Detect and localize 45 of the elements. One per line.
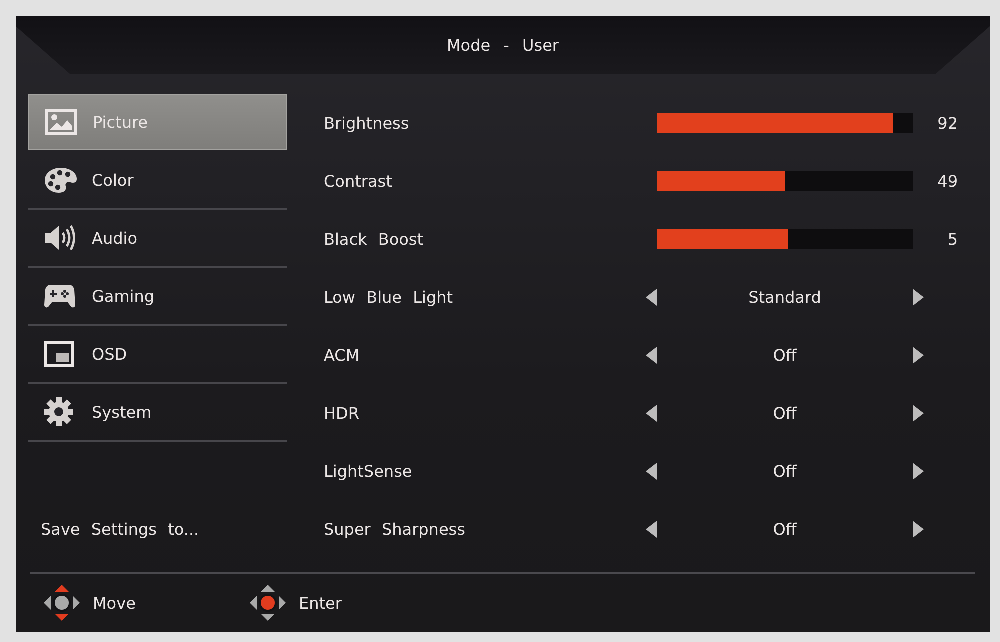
setting-value: Off [772, 462, 798, 480]
hint-label: Enter [299, 594, 342, 612]
setting-value: 92 [936, 114, 958, 132]
setting-value: Off [772, 346, 798, 364]
right-triangle-icon [913, 346, 924, 364]
sidebar-item[interactable]: System [28, 384, 287, 440]
dpad-icon [250, 585, 286, 621]
gear-icon [44, 397, 74, 427]
sidebar-item[interactable]: Gaming [28, 268, 287, 324]
slider-track[interactable] [657, 229, 913, 249]
right-triangle-icon [913, 462, 924, 480]
setting-label: Black Boost [324, 230, 425, 248]
setting-label: ACM [324, 346, 361, 364]
setting-label: Super Sharpness [324, 520, 466, 538]
window-icon [44, 341, 74, 367]
sidebar-item[interactable]: Audio [28, 210, 287, 266]
right-triangle-icon [913, 288, 924, 306]
menu-title: Mode - User [446, 35, 559, 57]
dpad-icon [44, 585, 80, 621]
hint-label: Move [93, 594, 136, 612]
setting-label: Contrast [324, 172, 394, 190]
right-triangle-icon [913, 404, 924, 422]
gamepad-icon [44, 283, 76, 309]
setting-value: Off [772, 520, 798, 538]
setting-value: 49 [936, 172, 958, 190]
save-settings-item[interactable]: Save Settings to... [28, 520, 200, 538]
left-triangle-icon [646, 346, 657, 364]
right-triangle-icon [913, 520, 924, 538]
left-triangle-icon [646, 288, 657, 306]
palette-icon [44, 166, 78, 194]
setting-label: LightSense [324, 462, 414, 480]
speaker-icon [44, 224, 76, 252]
sidebar-item[interactable]: Color [28, 152, 287, 208]
setting-label: Brightness [324, 114, 410, 132]
setting-label: HDR [324, 404, 360, 422]
setting-label: Low Blue Light [324, 288, 454, 306]
left-triangle-icon [646, 404, 657, 422]
setting-value: Off [772, 404, 798, 422]
setting-value: Standard [748, 288, 822, 306]
left-triangle-icon [646, 520, 657, 538]
setting-value: 5 [946, 230, 958, 248]
picture-icon [45, 109, 77, 135]
slider-track[interactable] [657, 171, 913, 191]
sidebar-item[interactable]: OSD [28, 326, 287, 382]
left-triangle-icon [646, 462, 657, 480]
